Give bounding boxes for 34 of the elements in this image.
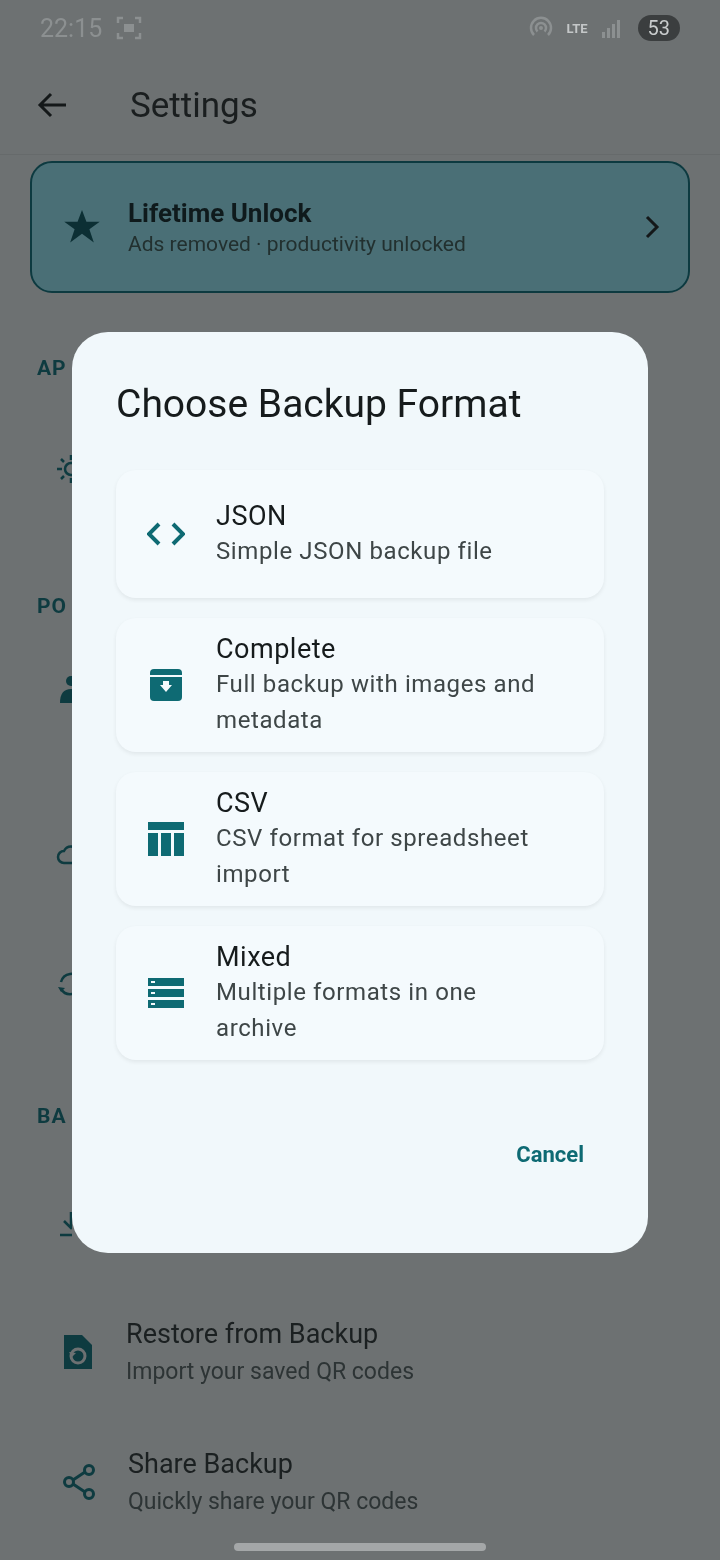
option-description: Multiple formats in one archive (216, 977, 478, 1044)
cancel-button[interactable]: Cancel (496, 1132, 604, 1177)
file-restore-icon (62, 1332, 94, 1371)
archive-icon (149, 668, 183, 702)
chevron-right-icon (644, 214, 660, 240)
star-icon (64, 210, 100, 244)
option-title: Mixed (216, 940, 293, 974)
option-description: Full backup with images and metadata (216, 669, 537, 736)
list-icon (148, 978, 184, 1008)
section-header: AP (37, 355, 68, 382)
option-title: JSON (216, 499, 288, 533)
format-option[interactable]: JSON Simple JSON backup file (116, 470, 604, 598)
battery-level: 53 (637, 15, 680, 41)
setting-subtitle: Import your saved QR codes (126, 1358, 415, 1385)
share-icon (62, 1463, 96, 1500)
screenshot-icon (116, 16, 143, 40)
code-icon (147, 522, 185, 546)
option-description: CSV format for spreadsheet import (216, 823, 530, 890)
option-title: CSV (216, 786, 270, 820)
section-header: PO (37, 593, 68, 620)
page-title: Settings (130, 84, 258, 126)
dialog-title: Choose Backup Format (116, 380, 523, 429)
format-option[interactable]: Mixed Multiple formats in one archive (116, 926, 604, 1060)
option-description: Simple JSON backup file (216, 536, 493, 567)
format-option[interactable]: CSV CSV format for spreadsheet import (116, 772, 604, 906)
setting-subtitle: Quickly share your QR codes (128, 1488, 419, 1515)
card-title: Lifetime Unlock (128, 198, 313, 228)
format-option[interactable]: Complete Full backup with images and metadata (116, 618, 604, 752)
section-header: BA (37, 1103, 68, 1130)
sun-icon (56, 454, 72, 484)
network-type: LTE (566, 20, 588, 36)
card-subtitle: Ads removed · productivity unlocked (128, 232, 467, 256)
table-icon (148, 822, 184, 856)
option-title: Complete (216, 632, 337, 666)
